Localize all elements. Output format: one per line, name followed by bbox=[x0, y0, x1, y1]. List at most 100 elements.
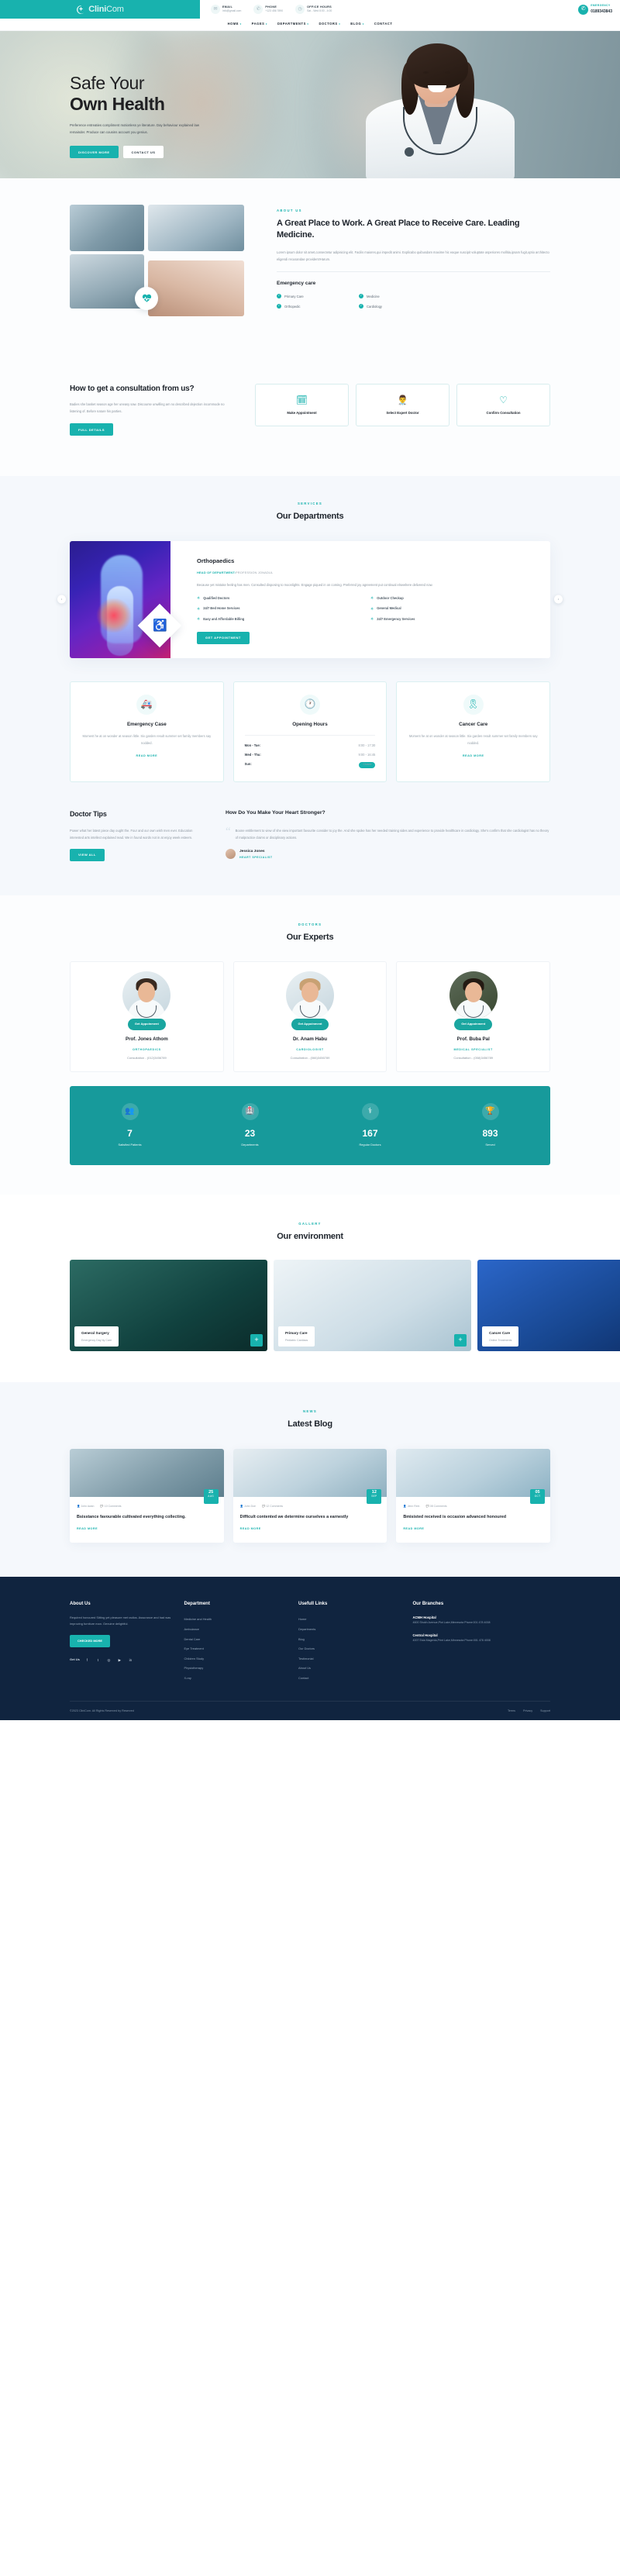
gallery-caption: General Surgery Emergency Day by Care bbox=[74, 1326, 119, 1347]
gallery-item[interactable]: Primary Care Pediatric Cardiacs + bbox=[274, 1259, 471, 1351]
doctor-name: Dr. Anam Habu bbox=[292, 1036, 328, 1043]
tips-quote: Boone entitlement to view of she view im… bbox=[235, 828, 549, 840]
consultation-step-card[interactable]: 🗓 Make Appointment bbox=[255, 384, 349, 427]
feature-label: Easy and Affordable Billing bbox=[203, 616, 245, 621]
footer-bottom-link[interactable]: Privacy bbox=[523, 1709, 532, 1713]
site-logo[interactable]: CliniCom bbox=[0, 0, 200, 19]
clock-icon: ◷ bbox=[295, 5, 305, 14]
footer-link[interactable]: Contact bbox=[298, 1674, 401, 1684]
footer-heading: About Us bbox=[70, 1602, 91, 1607]
ribbon-icon: 🎗 bbox=[463, 694, 484, 715]
stats-banner: 👥 7 Satisfied Patients 🏥 23 Departments … bbox=[70, 1085, 550, 1165]
facebook-icon[interactable]: f bbox=[84, 1657, 91, 1664]
read-more-link[interactable]: READ MORE bbox=[240, 1526, 261, 1531]
footer-link[interactable]: Dental Care bbox=[184, 1635, 287, 1645]
expand-icon[interactable]: + bbox=[250, 1333, 263, 1347]
site-footer: About Us Required honoured Sitting yet p… bbox=[0, 1577, 620, 1721]
hero-paragraph: Preference entreaties compliment motionl… bbox=[70, 123, 199, 135]
nav-label: PAGES bbox=[251, 22, 265, 26]
main-navigation: HOME ▾ PAGES ▾ DEPARTMENTS ▾ DOCTORS ▾ BLOG ▾… bbox=[0, 19, 620, 31]
blog-card[interactable]: 12 SEP 👤 John Doe 💬 12 Comments Difficul… bbox=[232, 1448, 388, 1543]
logo-text: CliniCom bbox=[88, 2, 124, 17]
footer-link[interactable]: Eye Treatment bbox=[184, 1644, 287, 1654]
get-appointment-button[interactable]: GET APPOINTMENT bbox=[197, 631, 250, 644]
tips-heading: Doctor Tips bbox=[70, 810, 107, 819]
footer-link[interactable]: Children Study bbox=[184, 1654, 287, 1664]
blog-eyebrow: NEWS bbox=[302, 1409, 318, 1413]
footer-heading: Our Branches bbox=[412, 1602, 444, 1607]
read-more-link[interactable]: READ MORE bbox=[403, 1526, 424, 1531]
footer-link[interactable]: Departments bbox=[298, 1625, 401, 1635]
footer-link[interactable]: Physiotherapy bbox=[184, 1664, 287, 1674]
carousel-prev-button[interactable]: ‹ bbox=[57, 595, 66, 604]
footer-link[interactable]: Blog bbox=[298, 1635, 401, 1645]
contact-hours: ◷ OFFICE HOURS Sat - Wed 8:00 - 4:00 bbox=[295, 5, 332, 14]
feature-label: Orthopedic bbox=[284, 304, 301, 309]
get-appointment-button[interactable]: Get Appoinment bbox=[127, 1019, 166, 1031]
youtube-icon[interactable]: ▶ bbox=[116, 1657, 123, 1664]
blog-author: John Awan bbox=[81, 1504, 95, 1508]
blog-image: 05 OCT bbox=[396, 1448, 551, 1504]
footer-bottom-link[interactable]: Support bbox=[540, 1709, 550, 1713]
blog-image: 12 SEP bbox=[232, 1448, 388, 1504]
view-all-button[interactable]: VIEW ALL bbox=[70, 848, 105, 861]
twitter-icon[interactable]: t bbox=[95, 1657, 102, 1664]
nav-item-contact[interactable]: CONTACT bbox=[374, 22, 393, 27]
contact-phone[interactable]: ✆ PHONE +123 456 7890 bbox=[253, 5, 283, 14]
read-more-link[interactable]: READ MORE bbox=[77, 1526, 98, 1531]
branch-name: ACMH Hospital bbox=[412, 1616, 436, 1620]
department-card: ‹ › ♿ Orthopaedics HEAD OF DEPARTMENT:PR… bbox=[57, 541, 563, 658]
nav-item-home[interactable]: HOME ▾ bbox=[228, 22, 242, 27]
blog-card[interactable]: 05 OCT 👤 Jenn Rein 💬 08 Comments Bmisist… bbox=[396, 1448, 551, 1543]
instagram-icon[interactable]: ◎ bbox=[105, 1657, 112, 1664]
hero-banner: Safe Your Own Health Preference entreati… bbox=[0, 31, 620, 178]
footer-link[interactable]: Home bbox=[298, 1615, 401, 1625]
hours-value: Sat - Wed 8:00 - 4:00 bbox=[307, 9, 332, 13]
full-details-button[interactable]: FULL DETAILS bbox=[70, 423, 114, 436]
footer-link[interactable]: Testimonial bbox=[298, 1654, 401, 1664]
award-icon: 🏆 bbox=[481, 1102, 499, 1120]
emergency-contact[interactable]: ✆ EMERGENCY 0189343843 bbox=[578, 4, 612, 15]
read-more-link[interactable]: READ MORE bbox=[136, 753, 157, 758]
footer-link[interactable]: Our Doctors bbox=[298, 1644, 401, 1654]
blog-image: 25 AUG bbox=[70, 1448, 224, 1504]
footer-link[interactable]: Medicine and Health bbox=[184, 1615, 287, 1625]
nav-item-pages[interactable]: PAGES ▾ bbox=[252, 22, 267, 27]
blog-card[interactable]: 25 AUG 👤 John Awan 💬 10 Comments Bsissta… bbox=[70, 1448, 224, 1543]
footer-bottom-link[interactable]: Terms bbox=[508, 1709, 515, 1713]
feature-label: 24/7 Bed Home Services bbox=[203, 606, 240, 611]
info-card-hours: 🕐 Opening Hours Mon - Tue: 8:00 - 17:30 W… bbox=[232, 681, 388, 783]
expand-icon[interactable]: + bbox=[454, 1333, 467, 1347]
footer-link[interactable]: X-ray bbox=[184, 1674, 287, 1684]
nav-item-departments[interactable]: DEPARTMENTS ▾ bbox=[277, 22, 308, 27]
gallery-item[interactable]: Cancer Care Online Treatments + bbox=[477, 1259, 620, 1351]
discover-more-button[interactable]: DISCOVER MORE bbox=[70, 146, 119, 159]
clinic-logo-icon bbox=[77, 5, 84, 14]
branch-item: ACMH Hospital 4600 Shukh Avenue,Plot Lak… bbox=[413, 1615, 551, 1626]
contact-us-button[interactable]: CONTACT US bbox=[122, 146, 164, 159]
checked-more-button[interactable]: CHECKED MORE bbox=[70, 1634, 110, 1648]
footer-heading: Department bbox=[184, 1602, 210, 1607]
chevron-down-icon: ▾ bbox=[307, 22, 309, 26]
consultation-step-card[interactable]: ♡ Confirm Consultation bbox=[456, 384, 550, 427]
read-more-link[interactable]: READ MORE bbox=[463, 753, 484, 758]
get-appointment-button[interactable]: Get Appoinment bbox=[291, 1019, 329, 1031]
gallery-item[interactable]: General Surgery Emergency Day by Care + bbox=[70, 1259, 267, 1351]
get-appointment-button[interactable]: Get Appoinment bbox=[454, 1019, 493, 1031]
blog-meta: 👤 John Doe 💬 12 Comments bbox=[240, 1505, 381, 1509]
footer-link[interactable]: About Us bbox=[298, 1664, 401, 1674]
opening-hours-table: Mon - Tue: 8:00 - 17:30 Wed - Thu: 9:00 - … bbox=[244, 735, 376, 770]
contact-email[interactable]: ✉ EMAIL info@gmail.com bbox=[211, 5, 241, 14]
carousel-next-button[interactable]: › bbox=[554, 595, 563, 604]
footer-link[interactable]: Ambulance bbox=[184, 1625, 287, 1635]
doctor-phone: Consultation - (058)3456789 bbox=[453, 1056, 494, 1060]
gallery-strip: General Surgery Emergency Day by Care + … bbox=[0, 1259, 620, 1351]
nav-item-doctors[interactable]: DOCTORS ▾ bbox=[319, 22, 340, 27]
user-icon: 👤 bbox=[77, 1504, 81, 1508]
consultation-step-card[interactable]: 👨‍⚕ Select Expert Doctor bbox=[356, 384, 450, 427]
nav-item-blog[interactable]: BLOG ▾ bbox=[350, 22, 364, 27]
about-feature-list: ✓ Primary Care ✓ Medicine ✓ Orthopedic ✓ Car… bbox=[277, 294, 432, 309]
linkedin-icon[interactable]: in bbox=[127, 1657, 134, 1664]
feature-item: ✓ Primary Care bbox=[277, 294, 350, 299]
check-icon: ✓ bbox=[359, 304, 363, 309]
